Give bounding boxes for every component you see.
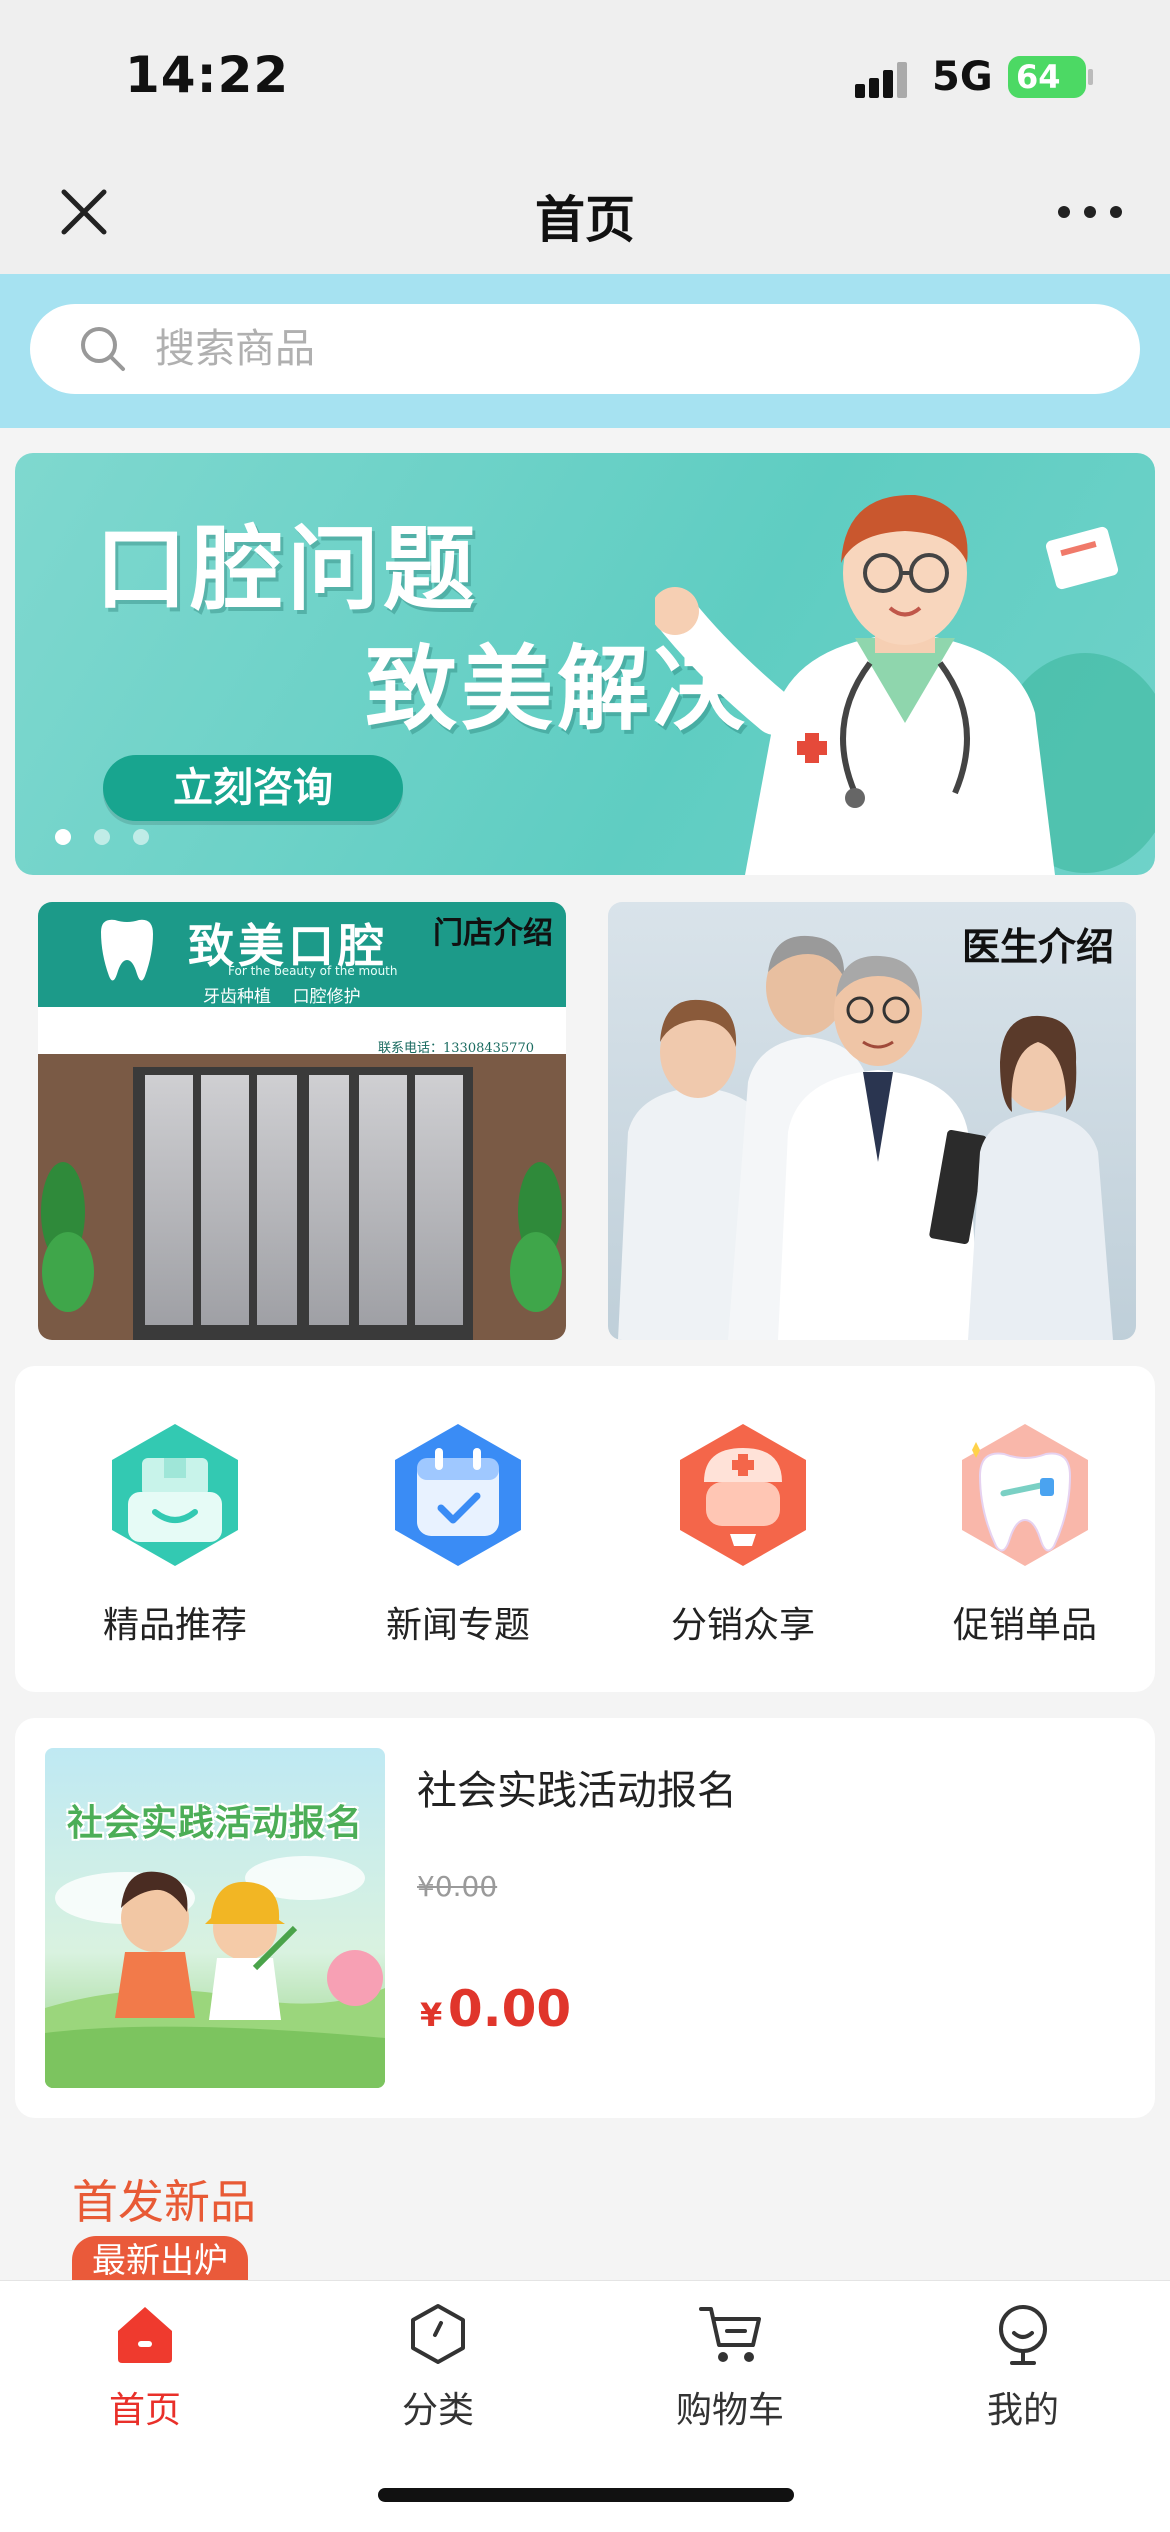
carousel-dot[interactable] bbox=[133, 829, 149, 845]
product-card[interactable]: 社会实践活动报名 社会实践活动报名 ¥0.00 ¥ 0.00 bbox=[15, 1718, 1155, 2118]
search-box[interactable] bbox=[30, 304, 1140, 394]
product-image-title: 社会实践活动报名 bbox=[67, 1803, 364, 1844]
category-label: 分销众享 bbox=[670, 1605, 815, 1646]
carousel-dot[interactable] bbox=[94, 829, 110, 845]
price-value: 0.00 bbox=[447, 1980, 572, 2038]
more-icon[interactable] bbox=[1050, 200, 1130, 224]
consult-button[interactable]: 立刻咨询 bbox=[103, 755, 403, 821]
battery-icon: 64 bbox=[1008, 56, 1093, 98]
category-label: 新闻专题 bbox=[385, 1605, 530, 1646]
section-badge: 最新出炉 bbox=[72, 2236, 248, 2284]
nurse-icon bbox=[680, 1424, 806, 1566]
store-intro-tile[interactable]: 致美口腔 For the beauty of the mouth 牙齿种植 口腔… bbox=[38, 902, 566, 1340]
home-indicator bbox=[378, 2488, 794, 2502]
plant-icon bbox=[510, 1162, 562, 1312]
tab-label: 我的 bbox=[986, 2390, 1059, 2431]
tab-label: 分类 bbox=[401, 2390, 474, 2431]
store-sign-subtitle: For the beauty of the mouth bbox=[228, 964, 398, 978]
category-featured[interactable]: 精品推荐 bbox=[75, 1420, 275, 1648]
category-news[interactable]: 新闻专题 bbox=[358, 1420, 558, 1648]
category-label: 促销单品 bbox=[952, 1605, 1097, 1646]
category-distribution[interactable]: 分销众享 bbox=[643, 1420, 843, 1648]
tab-label: 购物车 bbox=[675, 2390, 784, 2431]
search-icon bbox=[78, 324, 128, 374]
product-original-price: ¥0.00 bbox=[417, 1870, 498, 1903]
profile-icon bbox=[999, 2305, 1047, 2365]
product-price: ¥ 0.00 bbox=[420, 1980, 571, 2038]
battery-level: 64 bbox=[1016, 58, 1061, 96]
tab-cart[interactable]: 购物车 bbox=[630, 2301, 830, 2433]
network-type: 5G bbox=[932, 54, 993, 100]
nav-bar: 首页 bbox=[0, 150, 1170, 274]
category-icon bbox=[411, 2304, 465, 2364]
tooth-logo-icon bbox=[101, 919, 153, 981]
tab-label: 首页 bbox=[108, 2390, 181, 2431]
product-title[interactable]: 社会实践活动报名 bbox=[417, 1758, 737, 1816]
product-image[interactable]: 社会实践活动报名 bbox=[45, 1748, 385, 2088]
doctor-intro-tile[interactable]: 医生介绍 医生介绍 bbox=[608, 902, 1136, 1340]
price-currency: ¥ bbox=[420, 1996, 443, 2034]
promo-banner[interactable]: 口腔问题 致美解决 立刻咨询 bbox=[15, 453, 1155, 875]
carousel-dots bbox=[55, 829, 172, 849]
status-bar: 14:22 5G 64 bbox=[0, 0, 1170, 150]
doctor-intro-label-overlay: 医生介绍 bbox=[961, 924, 1114, 969]
search-input[interactable] bbox=[155, 304, 1105, 394]
section-title: 首发新品 bbox=[72, 2175, 256, 2229]
carousel-dot[interactable] bbox=[55, 829, 71, 845]
search-band bbox=[0, 274, 1170, 428]
doctor-illustration bbox=[655, 494, 1155, 875]
tab-category[interactable]: 分类 bbox=[338, 2301, 538, 2433]
category-label: 精品推荐 bbox=[102, 1605, 247, 1646]
signal-icon bbox=[855, 58, 915, 98]
category-promo[interactable]: 促销单品 bbox=[925, 1420, 1125, 1648]
home-icon bbox=[118, 2307, 172, 2363]
store-services: 牙齿种植 口腔修护 牙齿矫正 儿童齿科 bbox=[203, 987, 361, 1029]
tab-profile[interactable]: 我的 bbox=[923, 2301, 1123, 2433]
banner-headline-1: 口腔问题 bbox=[95, 515, 480, 623]
category-grid: 精品推荐 新闻专题 分销众享 促销单品 bbox=[15, 1366, 1155, 1692]
tooth-icon bbox=[962, 1424, 1088, 1566]
status-time: 14:22 bbox=[125, 46, 290, 104]
tab-home[interactable]: 首页 bbox=[45, 2301, 245, 2433]
cart-icon bbox=[699, 2307, 761, 2362]
store-intro-label: 门店介绍 bbox=[433, 916, 553, 951]
page-title: 首页 bbox=[535, 191, 635, 249]
gift-box-icon bbox=[112, 1424, 238, 1566]
store-door bbox=[133, 1067, 473, 1340]
plant-icon bbox=[41, 1162, 94, 1312]
calendar-icon bbox=[395, 1424, 521, 1566]
